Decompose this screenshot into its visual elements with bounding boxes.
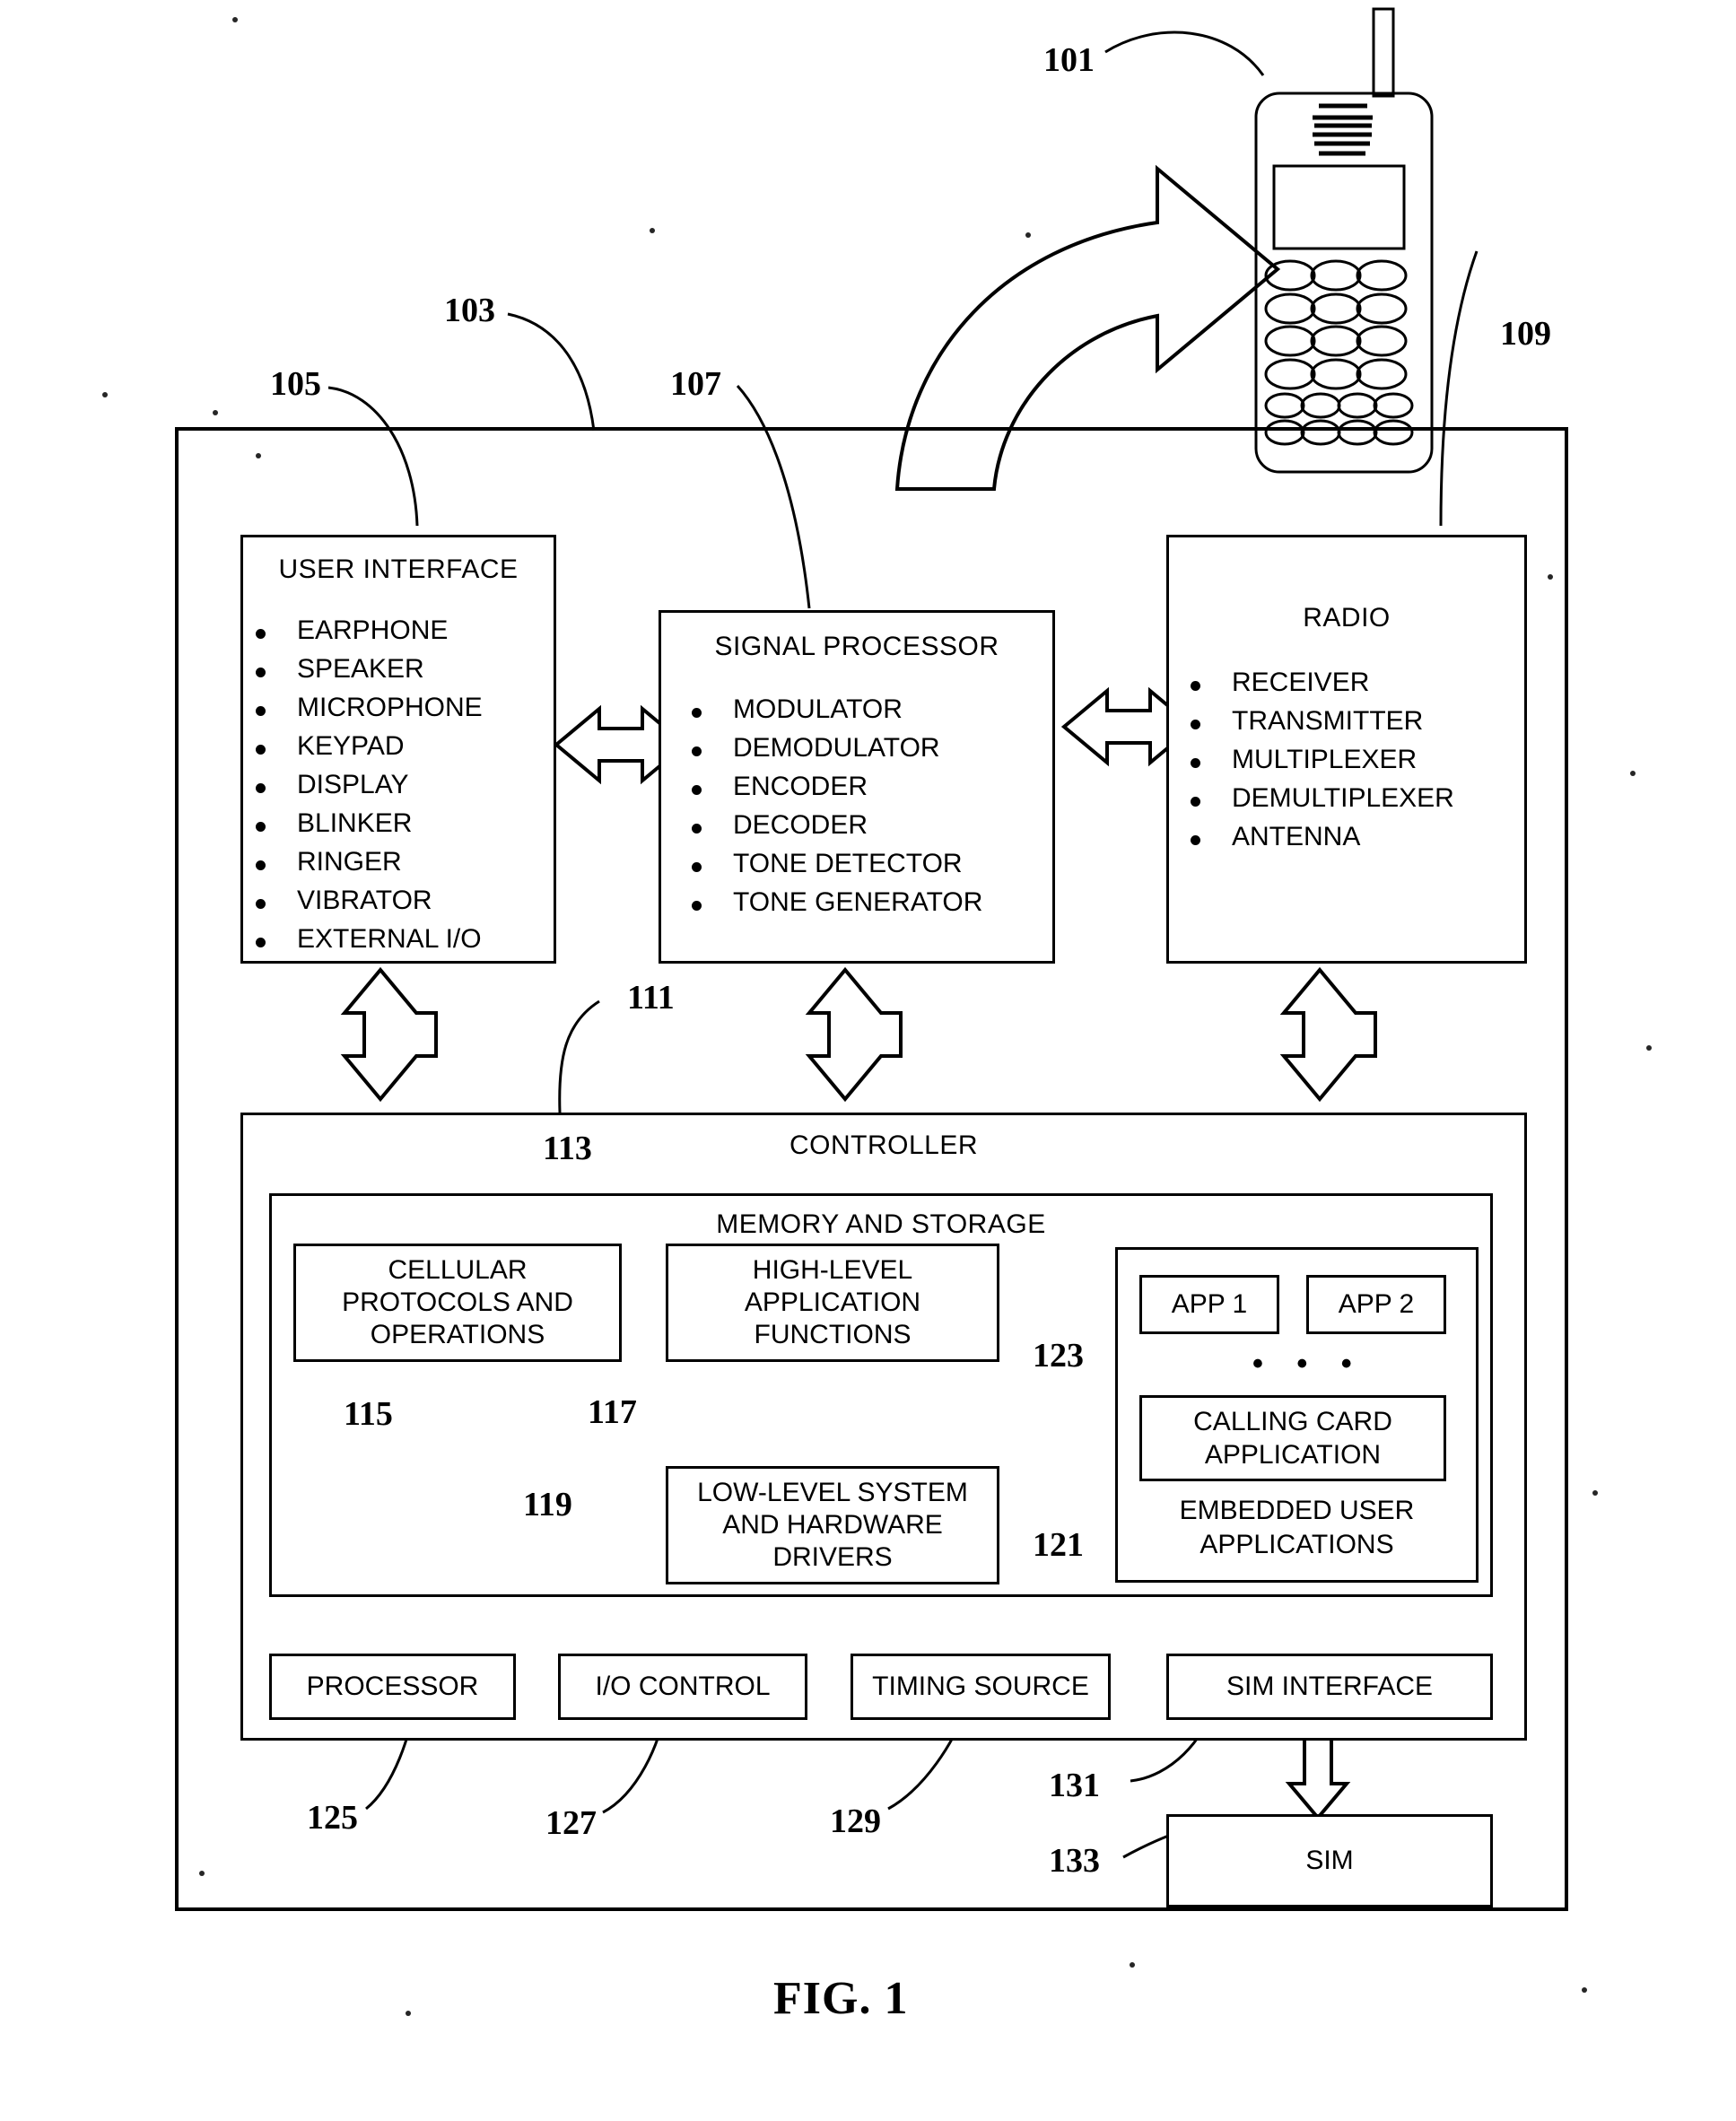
radio-block: RADIO RECEIVER TRANSMITTER MULTIPLEXER D… — [1166, 535, 1527, 964]
list-item: EARPHONE — [243, 617, 554, 644]
embedded-user-applications-title: EMBEDDED USER APPLICATIONS — [1179, 1496, 1415, 1559]
list-item: RECEIVER — [1178, 669, 1524, 696]
curved-arrow-icon — [894, 164, 1281, 491]
timing-source-title: TIMING SOURCE — [872, 1671, 1089, 1701]
processor-block: PROCESSOR — [269, 1654, 516, 1720]
list-item: MULTIPLEXER — [1178, 746, 1524, 773]
ref-123: 123 — [1033, 1337, 1084, 1375]
list-item: VIBRATOR — [243, 887, 554, 914]
io-control-block: I/O CONTROL — [558, 1654, 807, 1720]
double-headed-arrow-icon — [805, 966, 903, 1103]
ref-117: 117 — [588, 1393, 637, 1431]
calling-card-application-label: CALLING CARD APPLICATION — [1193, 1406, 1392, 1471]
app-ellipsis: • • • — [1252, 1347, 1365, 1381]
double-headed-arrow-icon — [340, 966, 438, 1103]
sim-block: SIM — [1166, 1814, 1493, 1907]
timing-source-block: TIMING SOURCE — [851, 1654, 1111, 1720]
figure-caption: FIG. 1 — [773, 1973, 909, 2024]
app-1-label: APP 1 — [1171, 1289, 1248, 1319]
user-interface-title: USER INTERFACE — [278, 554, 519, 584]
ref-127: 127 — [545, 1804, 597, 1842]
list-item: DEMODULATOR — [679, 735, 1052, 762]
app-2-block: APP 2 — [1306, 1275, 1446, 1334]
user-interface-list: EARPHONE SPEAKER MICROPHONE KEYPAD DISPL… — [243, 617, 554, 953]
app-2-label: APP 2 — [1338, 1289, 1415, 1319]
ref-103: 103 — [444, 292, 495, 329]
list-item: DEMULTIPLEXER — [1178, 785, 1524, 812]
memory-and-storage-title: MEMORY AND STORAGE — [716, 1209, 1046, 1239]
low-level-drivers-title: LOW-LEVEL SYSTEM AND HARDWARE DRIVERS — [697, 1478, 968, 1572]
ref-101: 101 — [1043, 41, 1095, 79]
list-item: EXTERNAL I/O — [243, 926, 554, 953]
mobile-phone-icon — [1254, 7, 1434, 474]
list-item: RINGER — [243, 849, 554, 876]
list-item: MICROPHONE — [243, 694, 554, 721]
list-item: DISPLAY — [243, 772, 554, 799]
low-level-drivers-block: LOW-LEVEL SYSTEM AND HARDWARE DRIVERS — [666, 1466, 999, 1584]
list-item: DECODER — [679, 812, 1052, 839]
high-level-app-block: HIGH-LEVEL APPLICATION FUNCTIONS — [666, 1244, 999, 1362]
io-control-title: I/O CONTROL — [595, 1671, 771, 1701]
ref-105: 105 — [270, 365, 321, 403]
ref-111: 111 — [627, 979, 675, 1017]
user-interface-block: USER INTERFACE EARPHONE SPEAKER MICROPHO… — [240, 535, 556, 964]
list-item: SPEAKER — [243, 656, 554, 683]
list-item: ENCODER — [679, 773, 1052, 800]
signal-processor-list: MODULATOR DEMODULATOR ENCODER DECODER TO… — [661, 696, 1052, 916]
ref-115: 115 — [344, 1395, 393, 1433]
sim-title: SIM — [1305, 1846, 1354, 1875]
list-item: KEYPAD — [243, 733, 554, 760]
high-level-app-title: HIGH-LEVEL APPLICATION FUNCTIONS — [744, 1255, 921, 1349]
processor-title: PROCESSOR — [306, 1671, 479, 1701]
sim-interface-block: SIM INTERFACE — [1166, 1654, 1493, 1720]
sim-interface-title: SIM INTERFACE — [1226, 1671, 1434, 1701]
radio-list: RECEIVER TRANSMITTER MULTIPLEXER DEMULTI… — [1169, 669, 1524, 851]
app-1-block: APP 1 — [1139, 1275, 1279, 1334]
list-item: MODULATOR — [679, 696, 1052, 723]
list-item: BLINKER — [243, 810, 554, 837]
controller-title: CONTROLLER — [789, 1130, 979, 1160]
patent-figure-sheet: USER INTERFACE EARPHONE SPEAKER MICROPHO… — [0, 0, 1736, 2121]
calling-card-application-block: CALLING CARD APPLICATION — [1139, 1395, 1446, 1481]
embedded-user-applications-block: APP 1 APP 2 • • • CALLING CARD APPLICATI… — [1115, 1247, 1479, 1583]
ref-133: 133 — [1049, 1842, 1100, 1880]
ref-125: 125 — [307, 1799, 358, 1837]
list-item: ANTENNA — [1178, 824, 1524, 851]
list-item: TONE DETECTOR — [679, 851, 1052, 877]
cellular-protocols-title: CELLULAR PROTOCOLS AND OPERATIONS — [342, 1255, 573, 1349]
ref-129: 129 — [830, 1802, 881, 1840]
cellular-protocols-block: CELLULAR PROTOCOLS AND OPERATIONS — [293, 1244, 622, 1362]
list-item: TRANSMITTER — [1178, 708, 1524, 735]
ref-131: 131 — [1049, 1767, 1100, 1804]
ref-107: 107 — [670, 365, 721, 403]
list-item: TONE GENERATOR — [679, 889, 1052, 916]
ref-109: 109 — [1500, 315, 1551, 353]
ref-119: 119 — [523, 1486, 572, 1523]
double-headed-arrow-icon — [1279, 966, 1377, 1103]
signal-processor-title: SIGNAL PROCESSOR — [714, 632, 999, 661]
radio-title: RADIO — [1303, 603, 1391, 633]
signal-processor-block: SIGNAL PROCESSOR MODULATOR DEMODULATOR E… — [659, 610, 1055, 964]
ref-113: 113 — [543, 1130, 592, 1167]
ref-121: 121 — [1033, 1526, 1084, 1564]
